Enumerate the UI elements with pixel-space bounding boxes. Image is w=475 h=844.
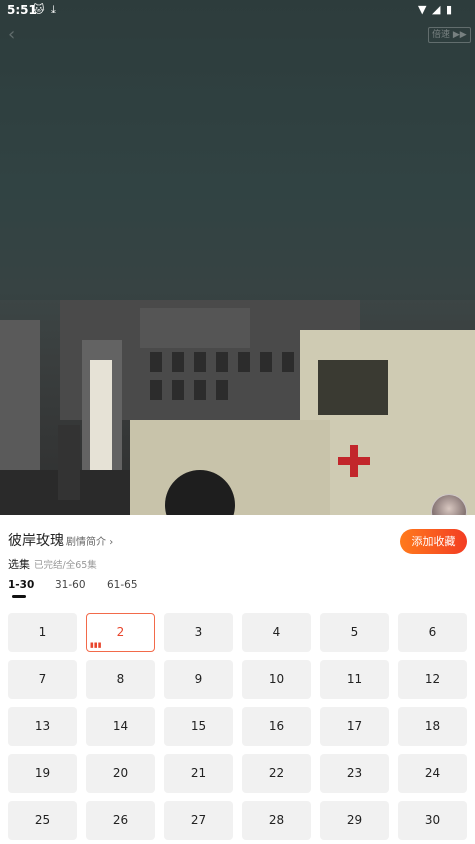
video-frame (0, 0, 475, 515)
episode-button-16[interactable]: 16 (242, 707, 311, 746)
episode-button-18[interactable]: 18 (398, 707, 467, 746)
episode-button-21[interactable]: 21 (164, 754, 233, 793)
episode-number: 25 (34, 813, 51, 827)
episodes-label: 选集 (8, 558, 30, 571)
episode-button-28[interactable]: 28 (242, 801, 311, 840)
episode-number: 20 (112, 766, 129, 780)
video-player[interactable]: 5:51 🐱 ⤓ ▼ ◢ ▮ ‹ 倍速 ▶▶ (0, 0, 475, 515)
episode-button-14[interactable]: 14 (86, 707, 155, 746)
episode-number: 24 (424, 766, 441, 780)
episode-button-9[interactable]: 9 (164, 660, 233, 699)
episode-button-27[interactable]: 27 (164, 801, 233, 840)
episode-number: 22 (268, 766, 285, 780)
episode-button-15[interactable]: 15 (164, 707, 233, 746)
episodes-status: 已完结/全65集 (34, 560, 97, 571)
episode-number: 15 (190, 719, 207, 733)
range-tab-31-60[interactable]: 31-60 (55, 579, 86, 591)
episode-button-5[interactable]: 5 (320, 613, 389, 652)
episode-button-10[interactable]: 10 (242, 660, 311, 699)
status-bar: 5:51 🐱 ⤓ ▼ ◢ ▮ (0, 0, 475, 20)
episode-number: 8 (116, 672, 125, 686)
episode-number: 14 (112, 719, 129, 733)
episode-number: 13 (34, 719, 51, 733)
episode-button-22[interactable]: 22 (242, 754, 311, 793)
episode-button-20[interactable]: 20 (86, 754, 155, 793)
speed-label: 倍速 (432, 30, 451, 40)
episode-button-29[interactable]: 29 (320, 801, 389, 840)
episode-button-24[interactable]: 24 (398, 754, 467, 793)
episode-button-8[interactable]: 8 (86, 660, 155, 699)
battery-icon: ▮ (446, 3, 453, 16)
episode-number: 2 (116, 625, 125, 639)
episode-number: 3 (194, 625, 203, 639)
episode-button-19[interactable]: 19 (8, 754, 77, 793)
episode-button-11[interactable]: 11 (320, 660, 389, 699)
episode-number: 6 (428, 625, 437, 639)
episode-number: 16 (268, 719, 285, 733)
download-icon: ⤓ (51, 3, 56, 16)
episode-button-2[interactable]: 2 ▮▮▮ (86, 613, 155, 652)
episode-number: 29 (346, 813, 363, 827)
episode-number: 17 (346, 719, 363, 733)
episode-number: 12 (424, 672, 441, 686)
chevron-right-icon: › (109, 537, 114, 548)
wifi-icon: ▼ (418, 3, 427, 16)
speed-button[interactable]: 倍速 ▶▶ (428, 27, 471, 43)
episode-number: 28 (268, 813, 285, 827)
episode-button-3[interactable]: 3 (164, 613, 233, 652)
episode-button-17[interactable]: 17 (320, 707, 389, 746)
episode-number: 23 (346, 766, 363, 780)
episode-number: 30 (424, 813, 441, 827)
episode-button-1[interactable]: 1 (8, 613, 77, 652)
episode-number: 5 (350, 625, 359, 639)
episode-number: 21 (190, 766, 207, 780)
episode-button-13[interactable]: 13 (8, 707, 77, 746)
episode-number: 7 (38, 672, 47, 686)
drama-title: 彼岸玫瑰 (8, 533, 64, 549)
episode-number: 9 (194, 672, 203, 686)
synopsis-link[interactable]: 剧情简介 › (66, 533, 113, 548)
episode-number: 4 (272, 625, 281, 639)
playing-icon: ▮▮▮ (90, 641, 102, 649)
episode-button-25[interactable]: 25 (8, 801, 77, 840)
episode-number: 10 (268, 672, 285, 686)
signal-icon: ◢ (432, 3, 441, 16)
episode-sheet: 彼岸玫瑰 剧情简介 › 添加收藏 选集 已完结/全65集 1-30 31-60 … (0, 515, 475, 844)
episode-number: 18 (424, 719, 441, 733)
back-icon[interactable]: ‹ (8, 24, 24, 45)
episode-number: 11 (346, 672, 363, 686)
range-tab-indicator (12, 595, 26, 598)
episode-button-4[interactable]: 4 (242, 613, 311, 652)
episode-number: 19 (34, 766, 51, 780)
synopsis-label: 剧情简介 (66, 537, 106, 548)
add-favorite-button[interactable]: 添加收藏 (400, 529, 467, 554)
episode-button-30[interactable]: 30 (398, 801, 467, 840)
episode-number: 26 (112, 813, 129, 827)
episode-grid: 1 2 ▮▮▮ 3 4 5 6 7 8 9 10 11 12 13 14 15 16 17 18 19 20 21 22 23… (8, 613, 467, 840)
episode-button-6[interactable]: 6 (398, 613, 467, 652)
episode-number: 1 (38, 625, 47, 639)
range-tab-1-30[interactable]: 1-30 (8, 579, 34, 591)
cat-icon: 🐱 (33, 3, 45, 16)
episode-button-23[interactable]: 23 (320, 754, 389, 793)
episode-button-12[interactable]: 12 (398, 660, 467, 699)
episode-button-26[interactable]: 26 (86, 801, 155, 840)
range-tab-61-65[interactable]: 61-65 (107, 579, 138, 591)
episode-button-7[interactable]: 7 (8, 660, 77, 699)
episode-number: 27 (190, 813, 207, 827)
